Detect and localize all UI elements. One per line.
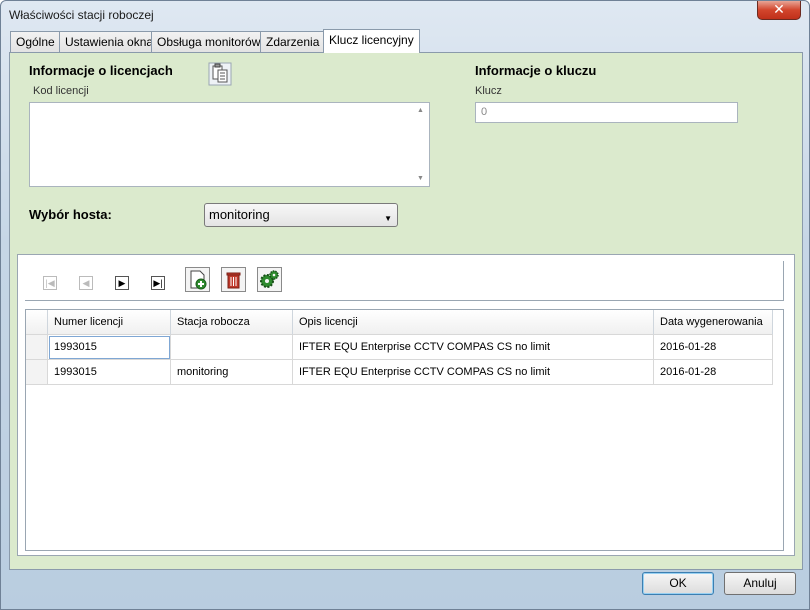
clipboard-icon[interactable] [208, 62, 232, 86]
table-header-row: Numer licencji Stacja robocza Opis licen… [26, 310, 773, 335]
column-header-numer-licencji[interactable]: Numer licencji [48, 310, 171, 335]
tab-obsluga-monitorow[interactable]: Obsługa monitorów [151, 31, 267, 53]
tab-zdarzenia[interactable]: Zdarzenia [260, 31, 326, 53]
dialog-window: Właściwości stacji roboczej ✕ Ogólne Ust… [0, 0, 810, 610]
tab-ogolne[interactable]: Ogólne [10, 31, 61, 53]
key-info-title: Informacje o kluczu [475, 63, 597, 78]
license-code-textarea[interactable]: ▲ ▼ [29, 102, 430, 187]
ok-button[interactable]: OK [642, 572, 714, 595]
license-grid-panel: |◀ ◀ ▶ ▶| Numer licencji Stacja robocza … [17, 254, 795, 556]
column-header-data-wygenerowania[interactable]: Data wygenerowania [654, 310, 773, 335]
add-document-icon[interactable] [185, 267, 210, 292]
previous-record-icon[interactable]: ◀ [79, 276, 93, 290]
table-row[interactable]: 1993015 IFTER EQU Enterprise CCTV COMPAS… [26, 335, 773, 360]
column-header-opis-licencji[interactable]: Opis licencji [293, 310, 654, 335]
table-cell[interactable]: 2016-01-28 [654, 335, 773, 360]
row-selector[interactable] [26, 360, 48, 385]
row-header-corner [26, 310, 48, 335]
gears-icon[interactable] [257, 267, 282, 292]
column-header-stacja-robocza[interactable]: Stacja robocza [171, 310, 293, 335]
host-select[interactable]: monitoring ▼ [204, 203, 398, 227]
table-cell[interactable] [171, 335, 293, 360]
trash-icon[interactable] [221, 267, 246, 292]
license-code-label: Kod licencji [33, 85, 89, 97]
row-selector[interactable] [26, 335, 48, 360]
cancel-button[interactable]: Anuluj [724, 572, 796, 595]
host-label: Wybór hosta: [29, 207, 112, 222]
table-cell[interactable]: monitoring [171, 360, 293, 385]
scroll-down-icon[interactable]: ▼ [417, 175, 424, 182]
table-cell[interactable]: 1993015 [48, 335, 171, 360]
key-label: Klucz [475, 85, 502, 97]
table-row[interactable]: 1993015 monitoring IFTER EQU Enterprise … [26, 360, 773, 385]
host-selected-value: monitoring [209, 207, 270, 222]
title-bar[interactable]: Właściwości stacji roboczej ✕ [1, 1, 809, 29]
license-table: Numer licencji Stacja robocza Opis licen… [25, 309, 784, 551]
next-record-icon[interactable]: ▶ [115, 276, 129, 290]
chevron-down-icon: ▼ [384, 214, 392, 223]
first-record-icon[interactable]: |◀ [43, 276, 57, 290]
tab-content-panel: Informacje o licencjach Kod licencji ▲ ▼… [9, 52, 803, 570]
key-field[interactable]: 0 [475, 102, 738, 123]
tab-ustawienia-okna[interactable]: Ustawienia okna [59, 31, 160, 53]
table-cell[interactable]: 2016-01-28 [654, 360, 773, 385]
scroll-up-icon[interactable]: ▲ [417, 107, 424, 114]
close-button[interactable]: ✕ [757, 1, 801, 20]
window-title: Właściwości stacji roboczej [9, 8, 154, 22]
tab-klucz-licencyjny[interactable]: Klucz licencyjny [323, 29, 420, 53]
table-cell[interactable]: IFTER EQU Enterprise CCTV COMPAS CS no l… [293, 360, 654, 385]
close-icon: ✕ [773, 1, 785, 17]
last-record-icon[interactable]: ▶| [151, 276, 165, 290]
textarea-scrollbar[interactable]: ▲ ▼ [413, 103, 429, 186]
table-cell[interactable]: IFTER EQU Enterprise CCTV COMPAS CS no l… [293, 335, 654, 360]
table-cell[interactable]: 1993015 [48, 360, 171, 385]
grid-toolbar: |◀ ◀ ▶ ▶| [25, 261, 784, 301]
license-info-title: Informacje o licencjach [29, 63, 173, 78]
